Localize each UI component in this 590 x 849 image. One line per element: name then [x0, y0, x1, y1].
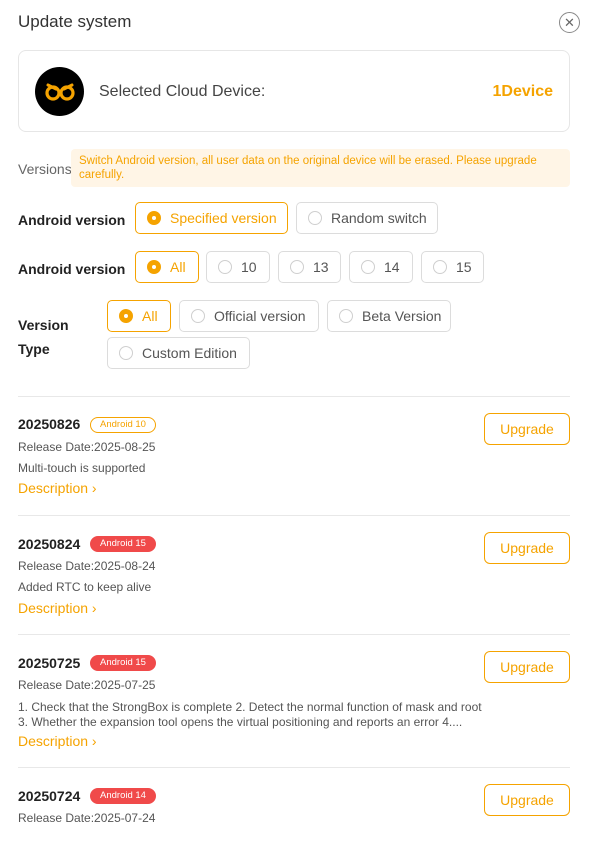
- chevron-right-icon: ›: [91, 480, 97, 496]
- option-label: All: [170, 259, 186, 275]
- radio-icon: [147, 260, 161, 274]
- upgrade-button[interactable]: Upgrade: [484, 784, 570, 816]
- dialog-title: Update system: [18, 12, 132, 31]
- update-description: Added RTC to keep alive: [18, 580, 152, 594]
- option-label: Official version: [214, 308, 306, 324]
- cloud-device-logo: [35, 67, 84, 116]
- description-link[interactable]: Description ›: [18, 480, 97, 496]
- radio-icon: [147, 211, 161, 225]
- divider: [18, 515, 570, 516]
- android-badge: Android 10: [90, 417, 156, 433]
- android-badge: Android 15: [90, 536, 156, 552]
- option-specified-version[interactable]: Specified version: [135, 202, 288, 234]
- option-android-14[interactable]: 14: [349, 251, 413, 283]
- option-label: Custom Edition: [142, 345, 237, 361]
- option-label: 14: [384, 259, 400, 275]
- release-date: Release Date:2025-08-24: [18, 559, 156, 573]
- option-official-version[interactable]: Official version: [179, 300, 319, 332]
- upgrade-button[interactable]: Upgrade: [484, 651, 570, 683]
- close-icon[interactable]: ✕: [559, 12, 580, 33]
- description-link-label: Description: [18, 480, 89, 496]
- option-beta-version[interactable]: Beta Version: [327, 300, 451, 332]
- release-date: Release Date:2025-07-24: [18, 811, 156, 825]
- android-badge: Android 14: [90, 788, 156, 804]
- option-android-10[interactable]: 10: [206, 251, 270, 283]
- option-label: Specified version: [170, 210, 277, 226]
- device-card: Selected Cloud Device: 1Device: [18, 50, 570, 132]
- upgrade-button[interactable]: Upgrade: [484, 532, 570, 564]
- device-count: 1Device: [492, 83, 554, 100]
- chevron-right-icon: ›: [91, 733, 97, 749]
- option-label: All: [142, 308, 158, 324]
- option-label: 15: [456, 259, 472, 275]
- divider: [18, 396, 570, 397]
- update-description: 1. Check that the StrongBox is complete …: [18, 700, 482, 729]
- versions-label: Versions:: [18, 161, 76, 177]
- update-version: 20250826: [18, 416, 81, 432]
- release-date: Release Date:2025-08-25: [18, 440, 156, 454]
- radio-icon: [308, 211, 322, 225]
- radio-icon: [290, 260, 304, 274]
- option-label: 10: [241, 259, 257, 275]
- version-type-label-line1: Version: [18, 317, 69, 333]
- option-custom-edition[interactable]: Custom Edition: [107, 337, 250, 369]
- divider: [18, 767, 570, 768]
- release-date: Release Date:2025-07-25: [18, 678, 156, 692]
- option-android-15[interactable]: 15: [421, 251, 484, 283]
- radio-icon: [119, 309, 133, 323]
- android-badge: Android 15: [90, 655, 156, 671]
- android-version-label: Android version: [18, 261, 126, 277]
- upgrade-button[interactable]: Upgrade: [484, 413, 570, 445]
- option-type-all[interactable]: All: [107, 300, 171, 332]
- update-version: 20250824: [18, 536, 81, 552]
- radio-icon: [433, 260, 447, 274]
- radio-icon: [191, 309, 205, 323]
- android-mode-label: Android version: [18, 212, 126, 228]
- description-link[interactable]: Description ›: [18, 733, 97, 749]
- radio-icon: [119, 346, 133, 360]
- radio-icon: [218, 260, 232, 274]
- option-label: Random switch: [331, 210, 427, 226]
- description-link[interactable]: Description ›: [18, 600, 97, 616]
- description-link-label: Description: [18, 733, 89, 749]
- option-random-switch[interactable]: Random switch: [296, 202, 438, 234]
- erase-warning: Switch Android version, all user data on…: [71, 149, 570, 187]
- chevron-right-icon: ›: [91, 600, 97, 616]
- version-type-label-line2: Type: [18, 341, 50, 357]
- update-version: 20250724: [18, 788, 81, 804]
- selected-device-label: Selected Cloud Device:: [99, 83, 266, 100]
- description-link-label: Description: [18, 600, 89, 616]
- option-label: Beta Version: [362, 308, 442, 324]
- radio-icon: [339, 309, 353, 323]
- option-android-13[interactable]: 13: [278, 251, 341, 283]
- option-android-all[interactable]: All: [135, 251, 199, 283]
- update-version: 20250725: [18, 655, 81, 671]
- option-label: 13: [313, 259, 329, 275]
- radio-icon: [361, 260, 375, 274]
- divider: [18, 634, 570, 635]
- update-description: Multi-touch is supported: [18, 461, 146, 475]
